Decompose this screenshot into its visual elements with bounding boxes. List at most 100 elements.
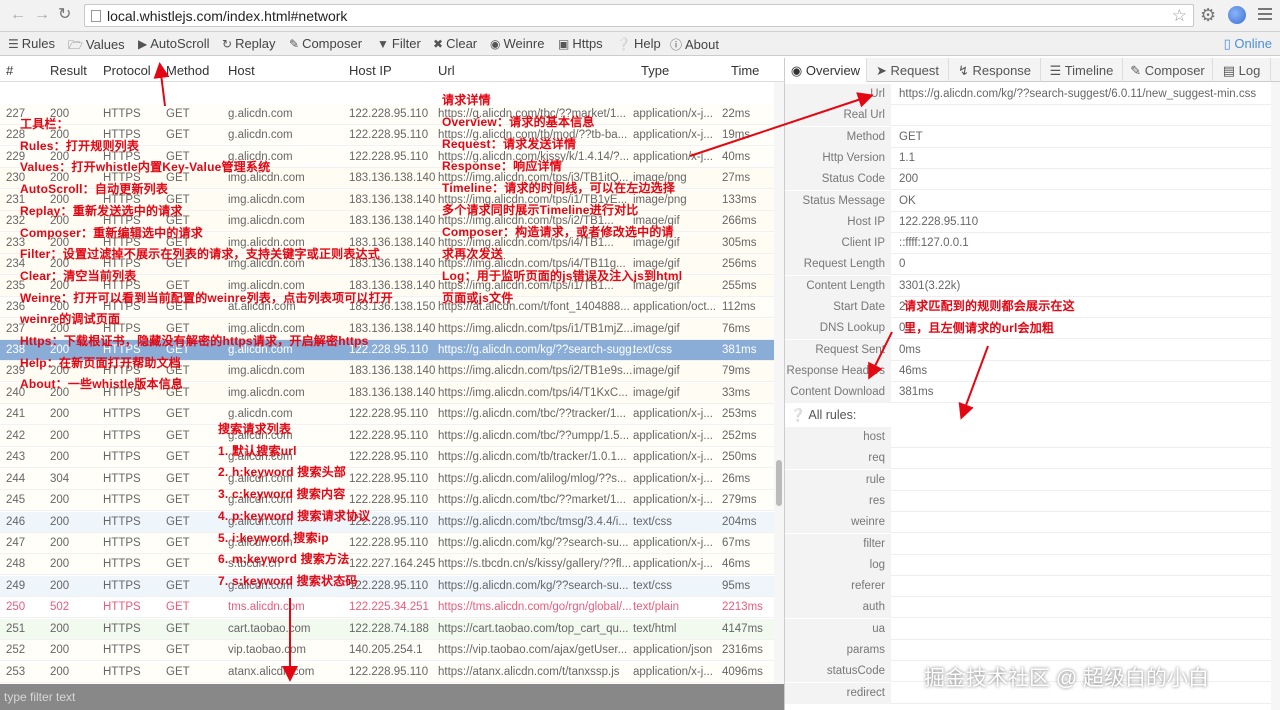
col-header-url[interactable]: Url [438, 63, 455, 78]
weinre-label: Weinre [503, 36, 545, 51]
address-bar[interactable]: local.whistlejs.com/index.html#network ☆ [84, 4, 1194, 27]
tab-response[interactable]: ↯ Response [949, 58, 1041, 82]
row-cell-ip: 183.136.138.140 [349, 386, 435, 399]
col-header-protocol[interactable]: Protocol [103, 63, 151, 78]
col-header-type[interactable]: Type [641, 63, 669, 78]
row-cell-type: application/x-j... [633, 150, 713, 163]
col-header-result[interactable]: Result [50, 63, 87, 78]
row-cell-method: GET [166, 451, 190, 464]
table-row[interactable]: 250 502 HTTPS GET tms.alicdn.com 122.225.34.2… [0, 597, 774, 619]
table-row[interactable]: 252 200 HTTPS GET vip.taobao.com 140.205.254.… [0, 640, 774, 662]
row-cell-n: 248 [6, 558, 26, 571]
col-header-hostip[interactable]: Host IP [349, 63, 392, 78]
filter-input[interactable] [4, 689, 704, 705]
row-cell-type: application/json [633, 644, 713, 657]
scroll-thumb[interactable] [776, 460, 782, 506]
table-row[interactable]: 249 200 HTTPS GET g.alicdn.com 122.228.95.110… [0, 575, 774, 597]
col-header-method[interactable]: Method [166, 63, 209, 78]
back-icon[interactable]: ← [10, 7, 26, 23]
table-row[interactable]: 251 200 HTTPS GET cart.taobao.com 122.228.74.… [0, 618, 774, 640]
extension-globe-icon[interactable] [1228, 6, 1246, 24]
rule-key: auth [862, 601, 885, 614]
row-cell-ip: 183.136.138.140 [349, 193, 435, 206]
filter-button[interactable]: ▼ Filter [377, 36, 421, 51]
reload-icon[interactable]: ↻ [58, 7, 71, 23]
row-cell-ip: 122.228.95.110 [349, 472, 429, 485]
row-cell-ip: 122.228.74.188 [349, 622, 429, 635]
table-row[interactable]: 244 304 HTTPS GET g.alicdn.com 122.228.95.110… [0, 468, 774, 490]
weinre-button[interactable]: ◉ Weinre [490, 36, 544, 51]
browser-menu-icon[interactable] [1258, 8, 1272, 22]
row-cell-time: 2213ms [722, 601, 763, 614]
table-row[interactable]: 245 200 HTTPS GET g.alicdn.com 122.228.95.110… [0, 490, 774, 512]
col-header-host[interactable]: Host [228, 63, 255, 78]
filter-icon: ▼ [377, 37, 389, 51]
clear-button[interactable]: ✖ Clear [433, 36, 477, 51]
row-cell-ip: 122.228.95.110 [349, 150, 429, 163]
annotation-note: weinre的调试页面 [20, 312, 121, 327]
row-cell-url: https://cart.taobao.com/top_cart_qu... [438, 622, 629, 635]
row-cell-result: 200 [50, 579, 70, 592]
row-cell-protocol: HTTPS [103, 622, 141, 635]
list-scrollbar[interactable] [774, 82, 784, 684]
globe-icon: ◉ [490, 37, 501, 51]
table-row[interactable]: 242 200 HTTPS GET g.alicdn.com 122.228.95.110… [0, 425, 774, 447]
https-button[interactable]: ▣ Https [558, 36, 603, 51]
property-key: Http Version [822, 151, 885, 164]
annotation-note: 1. 默认搜索url [218, 443, 297, 458]
composer-button[interactable]: ✎ Composer [289, 36, 362, 51]
filter-bar [0, 684, 784, 710]
annotation-note: 页面或js文件 [442, 291, 514, 305]
rule-row: filter [785, 533, 1271, 555]
gear-icon[interactable]: ⚙ [1200, 5, 1216, 26]
bookmark-star-icon[interactable]: ☆ [1172, 6, 1187, 26]
list-icon: ☰ [8, 37, 19, 51]
tab-request[interactable]: ➤ Request [867, 58, 949, 82]
row-cell-url: https://img.alicdn.com/tps/i1/TB1mjZ... [438, 322, 633, 335]
detail-scrollbar[interactable] [1271, 82, 1280, 710]
edit-icon: ✎ [289, 37, 300, 51]
table-row[interactable]: 253 200 HTTPS GET atanx.alicdn.com 122.228.95… [0, 661, 774, 683]
property-key: Content Length [806, 279, 885, 292]
property-key: Status Message [802, 194, 885, 207]
row-cell-time: 19ms [722, 129, 751, 142]
annotation-note: Help：在新页面打开帮助文档 [20, 355, 182, 370]
table-row[interactable]: 243 200 HTTPS GET g.alicdn.com 122.228.95.110… [0, 447, 774, 469]
row-cell-protocol: HTTPS [103, 579, 141, 592]
rule-row: auth [785, 597, 1271, 619]
annotation-note: Rules：打开规则列表 [20, 138, 140, 153]
about-button[interactable]: ⓘ About [670, 36, 719, 53]
row-cell-url: https://g.alicdn.com/tbc/??umpp/1.5... [438, 429, 630, 442]
col-header-num[interactable]: # [6, 63, 13, 78]
values-button[interactable]: 🗁 Values [68, 36, 125, 57]
row-cell-method: GET [166, 515, 190, 528]
annotation-note: About：一些whistle版本信息 [20, 377, 184, 392]
table-row[interactable]: 246 200 HTTPS GET g.alicdn.com 122.228.95.110… [0, 511, 774, 533]
tab-composer[interactable]: ✎ Composer [1123, 58, 1213, 82]
replay-button[interactable]: ↻ Replay [222, 36, 276, 51]
rules-button[interactable]: ☰ Rules [8, 36, 55, 51]
table-row[interactable]: 248 200 HTTPS GET s.tbcdn.cn 122.227.164.245 h… [0, 554, 774, 576]
tab-log-label: Log [1238, 63, 1261, 78]
autoscroll-button[interactable]: ▶ AutoScroll [138, 36, 209, 51]
property-row: Content Length 3301(3.22k) [785, 275, 1271, 297]
tab-timeline[interactable]: ☰ Timeline [1041, 58, 1123, 82]
row-cell-protocol: HTTPS [103, 601, 141, 614]
forward-icon[interactable]: → [34, 7, 50, 23]
row-cell-time: 250ms [722, 451, 757, 464]
rule-key: statusCode [826, 665, 885, 678]
row-cell-method: GET [166, 408, 190, 421]
online-status[interactable]: ▯ Online [1224, 36, 1272, 52]
annotation-note: 求再次发送 [442, 247, 504, 261]
help-button[interactable]: ❔ Help [616, 36, 661, 51]
table-row[interactable]: 241 200 HTTPS GET g.alicdn.com 122.228.95.110… [0, 404, 774, 426]
col-header-time[interactable]: Time [731, 63, 759, 78]
tab-log[interactable]: ▤ Log [1213, 58, 1271, 82]
row-cell-time: 252ms [722, 429, 757, 442]
table-row[interactable]: 247 200 HTTPS GET g.alicdn.com 122.228.95.110… [0, 533, 774, 554]
table-row[interactable]: 227 200 HTTPS GET g.alicdn.com 122.228.95.110… [0, 104, 774, 125]
rule-key: log [869, 558, 885, 571]
row-cell-type: application/x-j... [633, 408, 713, 421]
tab-overview[interactable]: ◉ Overview [785, 58, 867, 82]
row-cell-type: application/x-j... [633, 472, 713, 485]
